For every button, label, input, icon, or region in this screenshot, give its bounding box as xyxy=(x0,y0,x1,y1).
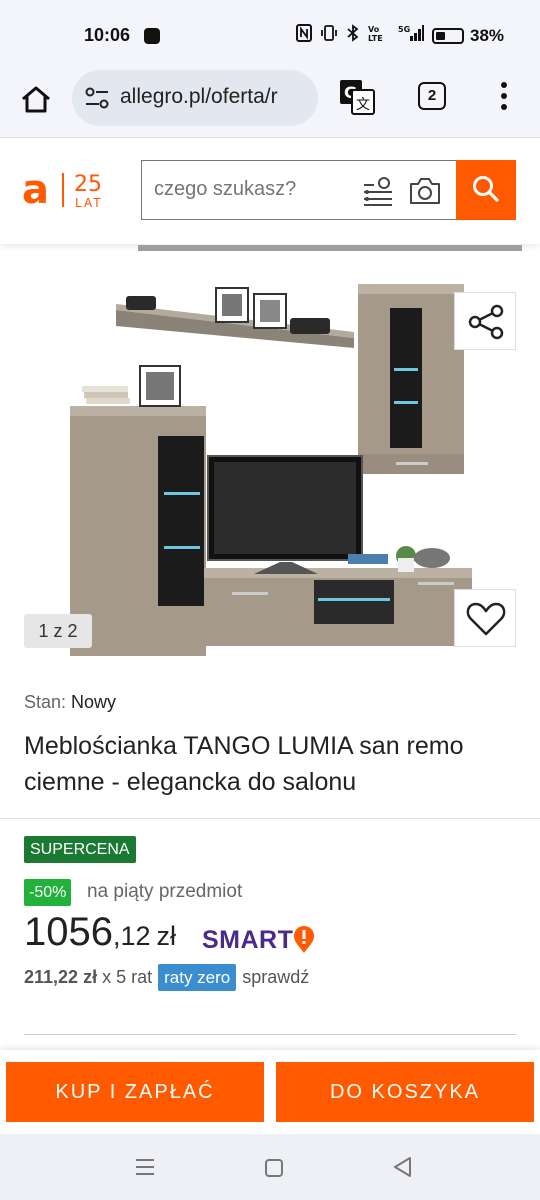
browser-toolbar: allegro.pl/oferta/r G 文 2 xyxy=(0,70,540,138)
condition-label: Stan: xyxy=(24,692,67,712)
raty-zero-badge: raty zero xyxy=(158,964,237,991)
svg-text:LTE: LTE xyxy=(368,34,383,42)
price-decimal: ,12 xyxy=(112,921,151,951)
svg-text:a: a xyxy=(22,169,49,213)
smart-badge[interactable]: SMART xyxy=(202,924,315,956)
home-icon[interactable] xyxy=(16,80,56,120)
share-icon xyxy=(468,304,504,340)
svg-text:文: 文 xyxy=(356,97,370,113)
system-nav-bar xyxy=(0,1134,540,1200)
divider xyxy=(0,818,540,819)
status-icons: Vo LTE 5G xyxy=(296,24,424,42)
battery-icon xyxy=(432,28,464,44)
buy-now-button[interactable]: KUP I ZAPŁAĆ xyxy=(6,1062,264,1122)
vibrate-icon xyxy=(321,25,337,41)
product-condition: Stan: Nowy xyxy=(24,692,116,713)
search-filter-icon[interactable] xyxy=(362,175,394,207)
status-bar: 10:06 Vo LTE 5G 38% xyxy=(0,0,540,70)
action-bar: KUP I ZAPŁAĆ DO KOSZYKA xyxy=(0,1050,540,1134)
discount-badge: -50% xyxy=(24,879,72,906)
condition-value: Nowy xyxy=(71,692,117,712)
search-box xyxy=(141,160,457,220)
divider xyxy=(24,1034,516,1035)
installments-row: 211,22 zł x 5 rat raty zero sprawdź xyxy=(24,964,309,991)
favorite-button[interactable] xyxy=(454,589,516,647)
gallery-counter: 1 z 2 xyxy=(24,614,92,648)
installment-amount: 211,22 zł xyxy=(24,967,98,987)
status-time: 10:06 xyxy=(84,25,131,45)
supercena-badge: SUPERCENA xyxy=(24,836,136,863)
search-input[interactable] xyxy=(154,178,354,201)
discount-text: na piąty przedmiot xyxy=(87,881,243,902)
price-currency: zł xyxy=(156,921,177,951)
svg-text:Vo: Vo xyxy=(368,25,380,34)
nfc-icon xyxy=(296,24,312,42)
share-button[interactable] xyxy=(454,292,516,350)
product-image[interactable] xyxy=(56,276,480,666)
battery-percent: 38% xyxy=(470,26,505,45)
add-to-cart-button[interactable]: DO KOSZYKA xyxy=(276,1062,534,1122)
bluetooth-icon xyxy=(347,24,359,42)
tab-switcher-button[interactable]: 2 xyxy=(418,82,446,110)
allegro-logo[interactable]: a 25 LAT xyxy=(22,169,114,213)
search-button[interactable] xyxy=(456,160,516,220)
scroll-indicator xyxy=(138,245,522,251)
url-text[interactable]: allegro.pl/oferta/r xyxy=(120,85,310,109)
home-nav-icon[interactable] xyxy=(265,1159,283,1177)
recent-apps-icon[interactable] xyxy=(135,1158,155,1176)
installment-count: x 5 rat xyxy=(102,967,153,987)
product-title: Meblościanka TANGO LUMIA san remo ciemne… xyxy=(24,732,464,796)
notification-icon xyxy=(144,28,160,44)
svg-text:5G: 5G xyxy=(398,25,410,34)
svg-text:LAT: LAT xyxy=(75,196,103,210)
svg-text:25: 25 xyxy=(74,172,102,197)
installment-check-link[interactable]: sprawdź xyxy=(242,967,309,988)
heart-icon xyxy=(466,602,506,636)
signal-5g-icon: 5G xyxy=(398,25,424,41)
price: 1056,12 zł xyxy=(24,910,176,955)
site-settings-icon[interactable] xyxy=(84,86,110,110)
search-icon xyxy=(473,175,499,202)
smart-label: SMART xyxy=(202,925,294,954)
site-header: a 25 LAT xyxy=(0,139,540,244)
price-integer: 1056 xyxy=(24,910,113,954)
volte-icon: VoLTE xyxy=(368,25,383,42)
back-icon[interactable] xyxy=(392,1156,412,1178)
camera-icon[interactable] xyxy=(408,175,442,207)
translate-icon[interactable]: G 文 xyxy=(338,78,376,116)
address-bar[interactable]: allegro.pl/oferta/r xyxy=(72,70,318,126)
smart-pin-icon xyxy=(294,926,315,953)
more-menu-icon[interactable] xyxy=(494,80,514,114)
